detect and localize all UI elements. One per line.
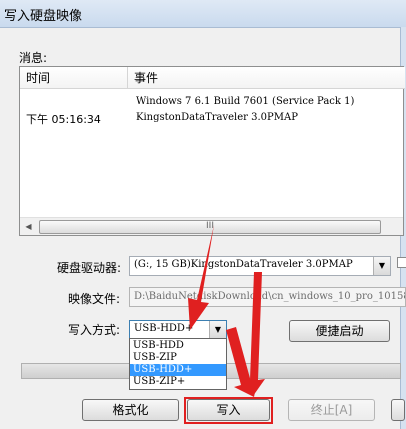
drive-value: (G:, 15 GB)KingstonDataTraveler 3.0PMAP <box>134 259 353 270</box>
drive-label: 硬盘驱动器: <box>57 261 122 275</box>
horizontal-scrollbar[interactable]: ◀ III <box>20 217 403 235</box>
option-usb-zip-plus[interactable]: USB-ZIP+ <box>130 376 226 388</box>
option-usb-hdd[interactable]: USB-HDD <box>130 340 226 352</box>
row-event: KingstonDataTraveler 3.0PMAP <box>136 112 298 123</box>
red-arrow <box>188 225 214 330</box>
window-title: 写入硬盘映像 <box>4 9 83 24</box>
title-bar: 写入硬盘映像 <box>0 0 406 28</box>
column-header-event[interactable]: 事件 <box>128 67 405 89</box>
stop-button[interactable]: 终止[A] <box>288 399 375 421</box>
scroll-grip: III <box>206 221 214 231</box>
column-header-time[interactable]: 时间 <box>20 67 128 89</box>
image-file-path: D:\BaiduNetdiskDownload\cn_windows_10_pr… <box>134 291 406 302</box>
option-usb-hdd-plus[interactable]: USB-HDD+ <box>130 364 226 376</box>
drive-checkbox[interactable] <box>397 257 406 268</box>
row-event: Windows 7 6.1 Build 7601 (Service Pack 1… <box>136 96 355 107</box>
image-file-label: 映像文件: <box>68 292 121 306</box>
scroll-thumb[interactable]: III <box>39 220 381 234</box>
messages-label: 消息: <box>19 51 48 65</box>
red-arrow <box>226 327 258 397</box>
drive-select[interactable]: (G:, 15 GB)KingstonDataTraveler 3.0PMAP … <box>129 256 391 276</box>
scroll-left-icon[interactable]: ◀ <box>20 218 37 235</box>
messages-list[interactable]: 时间 事件 Windows 7 6.1 Build 7601 (Service … <box>19 66 405 236</box>
chevron-down-icon[interactable]: ▼ <box>373 257 390 275</box>
partial-button[interactable] <box>391 399 405 421</box>
highlight-box <box>184 397 273 424</box>
image-file-field[interactable]: D:\BaiduNetdiskDownload\cn_windows_10_pr… <box>129 287 406 307</box>
write-method-value: USB-HDD+ <box>134 323 194 334</box>
option-usb-zip[interactable]: USB-ZIP <box>130 352 226 364</box>
row-time: 下午 05:16:34 <box>26 113 101 126</box>
write-method-options[interactable]: USB-HDD USB-ZIP USB-HDD+ USB-ZIP+ <box>129 338 227 390</box>
write-method-label: 写入方式: <box>68 323 121 337</box>
quick-boot-button[interactable]: 便捷启动 <box>289 320 390 342</box>
write-method-select[interactable]: USB-HDD+ ▼ <box>129 320 227 339</box>
format-button[interactable]: 格式化 <box>82 399 179 421</box>
chevron-down-icon[interactable]: ▼ <box>209 321 226 338</box>
